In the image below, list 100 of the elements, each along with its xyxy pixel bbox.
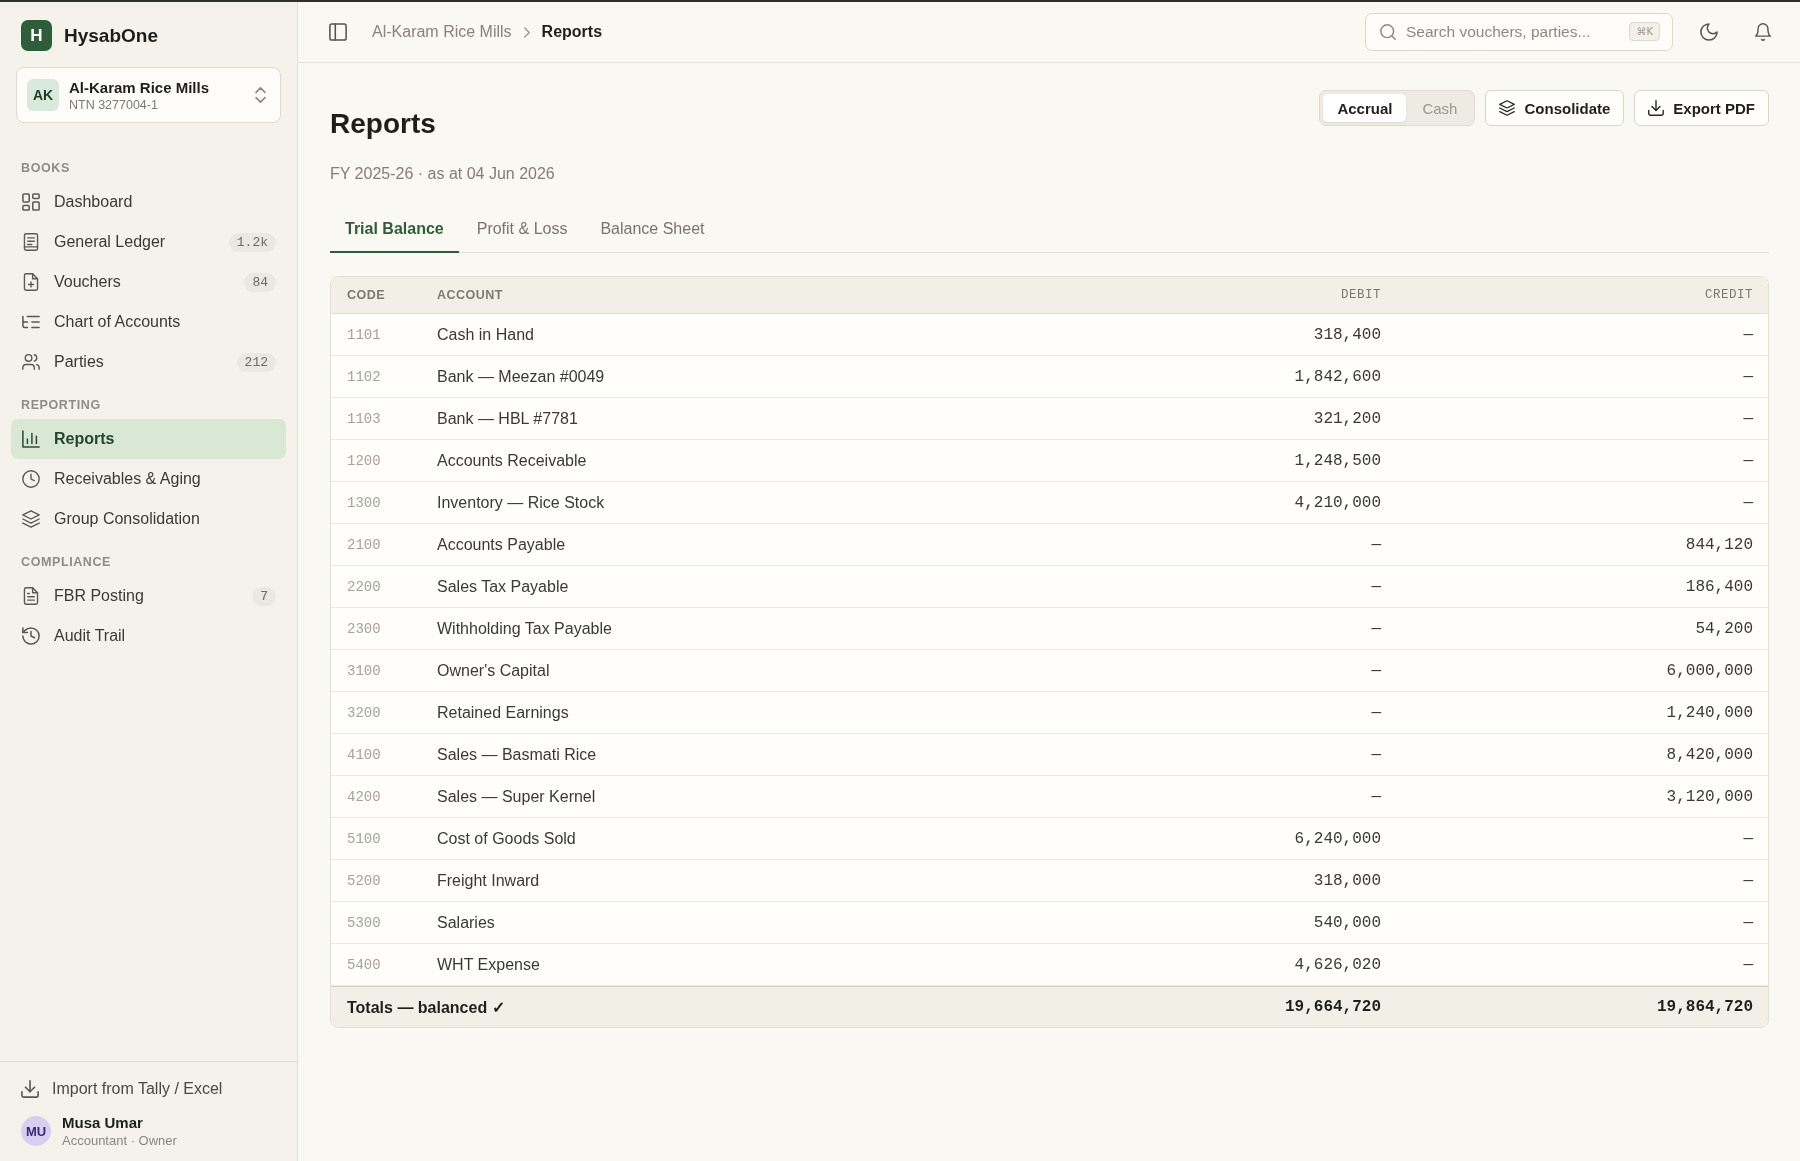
search-icon — [1380, 24, 1396, 40]
debit-amount: 4,210,000 — [1293, 493, 1381, 512]
nav-item[interactable]: Parties 212 — [11, 342, 286, 382]
nav-item[interactable]: Chart of Accounts — [11, 302, 286, 342]
grid-icon — [22, 193, 40, 211]
account-name: Bank — Meezan #0049 — [437, 367, 606, 386]
basis-option[interactable]: Accrual — [1323, 94, 1407, 122]
credit-amount: 3,120,000 — [1665, 787, 1753, 806]
nav-item[interactable]: Receivables & Aging — [11, 459, 286, 499]
action-button[interactable]: Export PDF — [1634, 90, 1769, 126]
credit-amount: — — [1742, 409, 1753, 428]
breadcrumb-link[interactable]: Reports — [541, 23, 603, 41]
account-name: Salaries — [437, 913, 496, 932]
credit-amount: 54,200 — [1694, 619, 1753, 638]
account-code: 5200 — [347, 872, 382, 889]
people-icon — [22, 353, 40, 371]
account-code: 1102 — [347, 368, 382, 385]
count-badge: 212 — [236, 352, 276, 372]
history-icon — [22, 627, 40, 645]
debit-amount: — — [1370, 787, 1381, 806]
account-name: Retained Earnings — [437, 703, 570, 722]
column-header: DEBIT — [1340, 288, 1381, 302]
document-plus-icon — [22, 273, 40, 291]
nav-item[interactable]: Audit Trail — [11, 616, 286, 656]
account-code: 3200 — [347, 704, 382, 721]
list-tree-icon — [22, 313, 40, 331]
brand-name: HysabOne — [64, 24, 158, 47]
debit-amount: — — [1370, 703, 1381, 722]
organization-switcher[interactable]: AK Al-Karam Rice Mills NTN 3277004-1 — [16, 67, 281, 123]
organization-avatar: AK — [27, 79, 59, 111]
nav-section-heading: BOOKS — [20, 161, 71, 175]
account-code: 5300 — [347, 914, 382, 931]
import-link[interactable]: Import from Tally / Excel — [21, 1079, 276, 1099]
account-name: WHT Expense — [437, 955, 541, 974]
nav-section-heading: COMPLIANCE — [20, 555, 113, 569]
account-name: Cost of Goods Sold — [437, 829, 577, 848]
download-icon — [1648, 100, 1665, 116]
theme-toggle-button[interactable] — [1700, 23, 1718, 41]
nav-item[interactable]: Dashboard — [11, 182, 286, 222]
account-name: Cash in Hand — [437, 325, 535, 344]
debit-amount: — — [1370, 745, 1381, 764]
column-header: ACCOUNT — [437, 288, 504, 302]
report-tab[interactable]: Profit & Loss — [461, 207, 583, 253]
nav-item[interactable]: General Ledger 1.2k — [11, 222, 286, 262]
account-name: Withholding Tax Payable — [437, 619, 613, 638]
credit-amount: — — [1742, 871, 1753, 890]
account-code: 1200 — [347, 452, 382, 469]
user-name: Musa Umar — [62, 1114, 144, 1131]
nav-item[interactable]: Vouchers 84 — [11, 262, 286, 302]
debit-amount: — — [1370, 619, 1381, 638]
account-code: 5100 — [347, 830, 382, 847]
layers-icon — [1499, 100, 1516, 116]
credit-amount: — — [1742, 451, 1753, 470]
account-name: Inventory — Rice Stock — [437, 493, 606, 512]
credit-amount: 8,420,000 — [1665, 745, 1753, 764]
book-icon — [22, 233, 40, 251]
debit-amount: 6,240,000 — [1293, 829, 1381, 848]
report-tab[interactable]: Balance Sheet — [585, 207, 720, 253]
chevrons-up-down-icon — [255, 87, 266, 103]
sidebar-toggle-button[interactable] — [329, 23, 347, 41]
notifications-button[interactable] — [1754, 23, 1772, 41]
account-code: 2100 — [347, 536, 382, 553]
debit-amount: — — [1370, 661, 1381, 680]
credit-amount: — — [1742, 955, 1753, 974]
organization-tax-id: NTN 3277004-1 — [69, 97, 159, 112]
nav-section-heading: REPORTING — [20, 398, 102, 412]
debit-amount: 318,400 — [1312, 325, 1381, 344]
count-badge: 1.2k — [228, 232, 276, 252]
layers-icon — [22, 510, 40, 528]
bar-chart-icon — [22, 430, 40, 448]
credit-amount: 6,000,000 — [1665, 661, 1753, 680]
account-name: Sales Tax Payable — [437, 577, 570, 596]
credit-amount: — — [1742, 913, 1753, 932]
user-role: Accountant · Owner — [62, 1133, 177, 1148]
account-code: 5400 — [347, 956, 382, 973]
document-icon — [22, 587, 40, 605]
account-name: Sales — Basmati Rice — [437, 745, 598, 764]
user-avatar: MU — [21, 1116, 51, 1146]
credit-amount: — — [1742, 829, 1753, 848]
account-code: 1103 — [347, 410, 382, 427]
download-icon — [21, 1080, 39, 1098]
nav-item[interactable]: FBR Posting 7 — [11, 576, 286, 616]
debit-amount: 1,248,500 — [1293, 451, 1381, 470]
count-badge: 7 — [252, 586, 276, 606]
breadcrumb-link[interactable]: Al-Karam Rice Mills — [372, 23, 512, 41]
brand-logo: H — [21, 20, 52, 51]
debit-amount: 318,000 — [1312, 871, 1381, 890]
column-header: CREDIT — [1704, 288, 1753, 302]
action-button[interactable]: Consolidate — [1485, 90, 1625, 126]
count-badge: 84 — [244, 272, 276, 292]
account-name: Accounts Receivable — [437, 451, 588, 470]
nav-item[interactable]: Reports — [11, 419, 286, 459]
credit-amount: 844,120 — [1684, 535, 1753, 554]
clock-icon — [22, 470, 40, 488]
nav-item[interactable]: Group Consolidation — [11, 499, 286, 539]
report-tab[interactable]: Trial Balance — [330, 207, 459, 253]
debit-total: 19,664,720 — [1284, 998, 1381, 1016]
account-code: 4200 — [347, 788, 382, 805]
shortcut-hint: ⌘K — [1629, 22, 1660, 41]
account-code: 1300 — [347, 494, 382, 511]
